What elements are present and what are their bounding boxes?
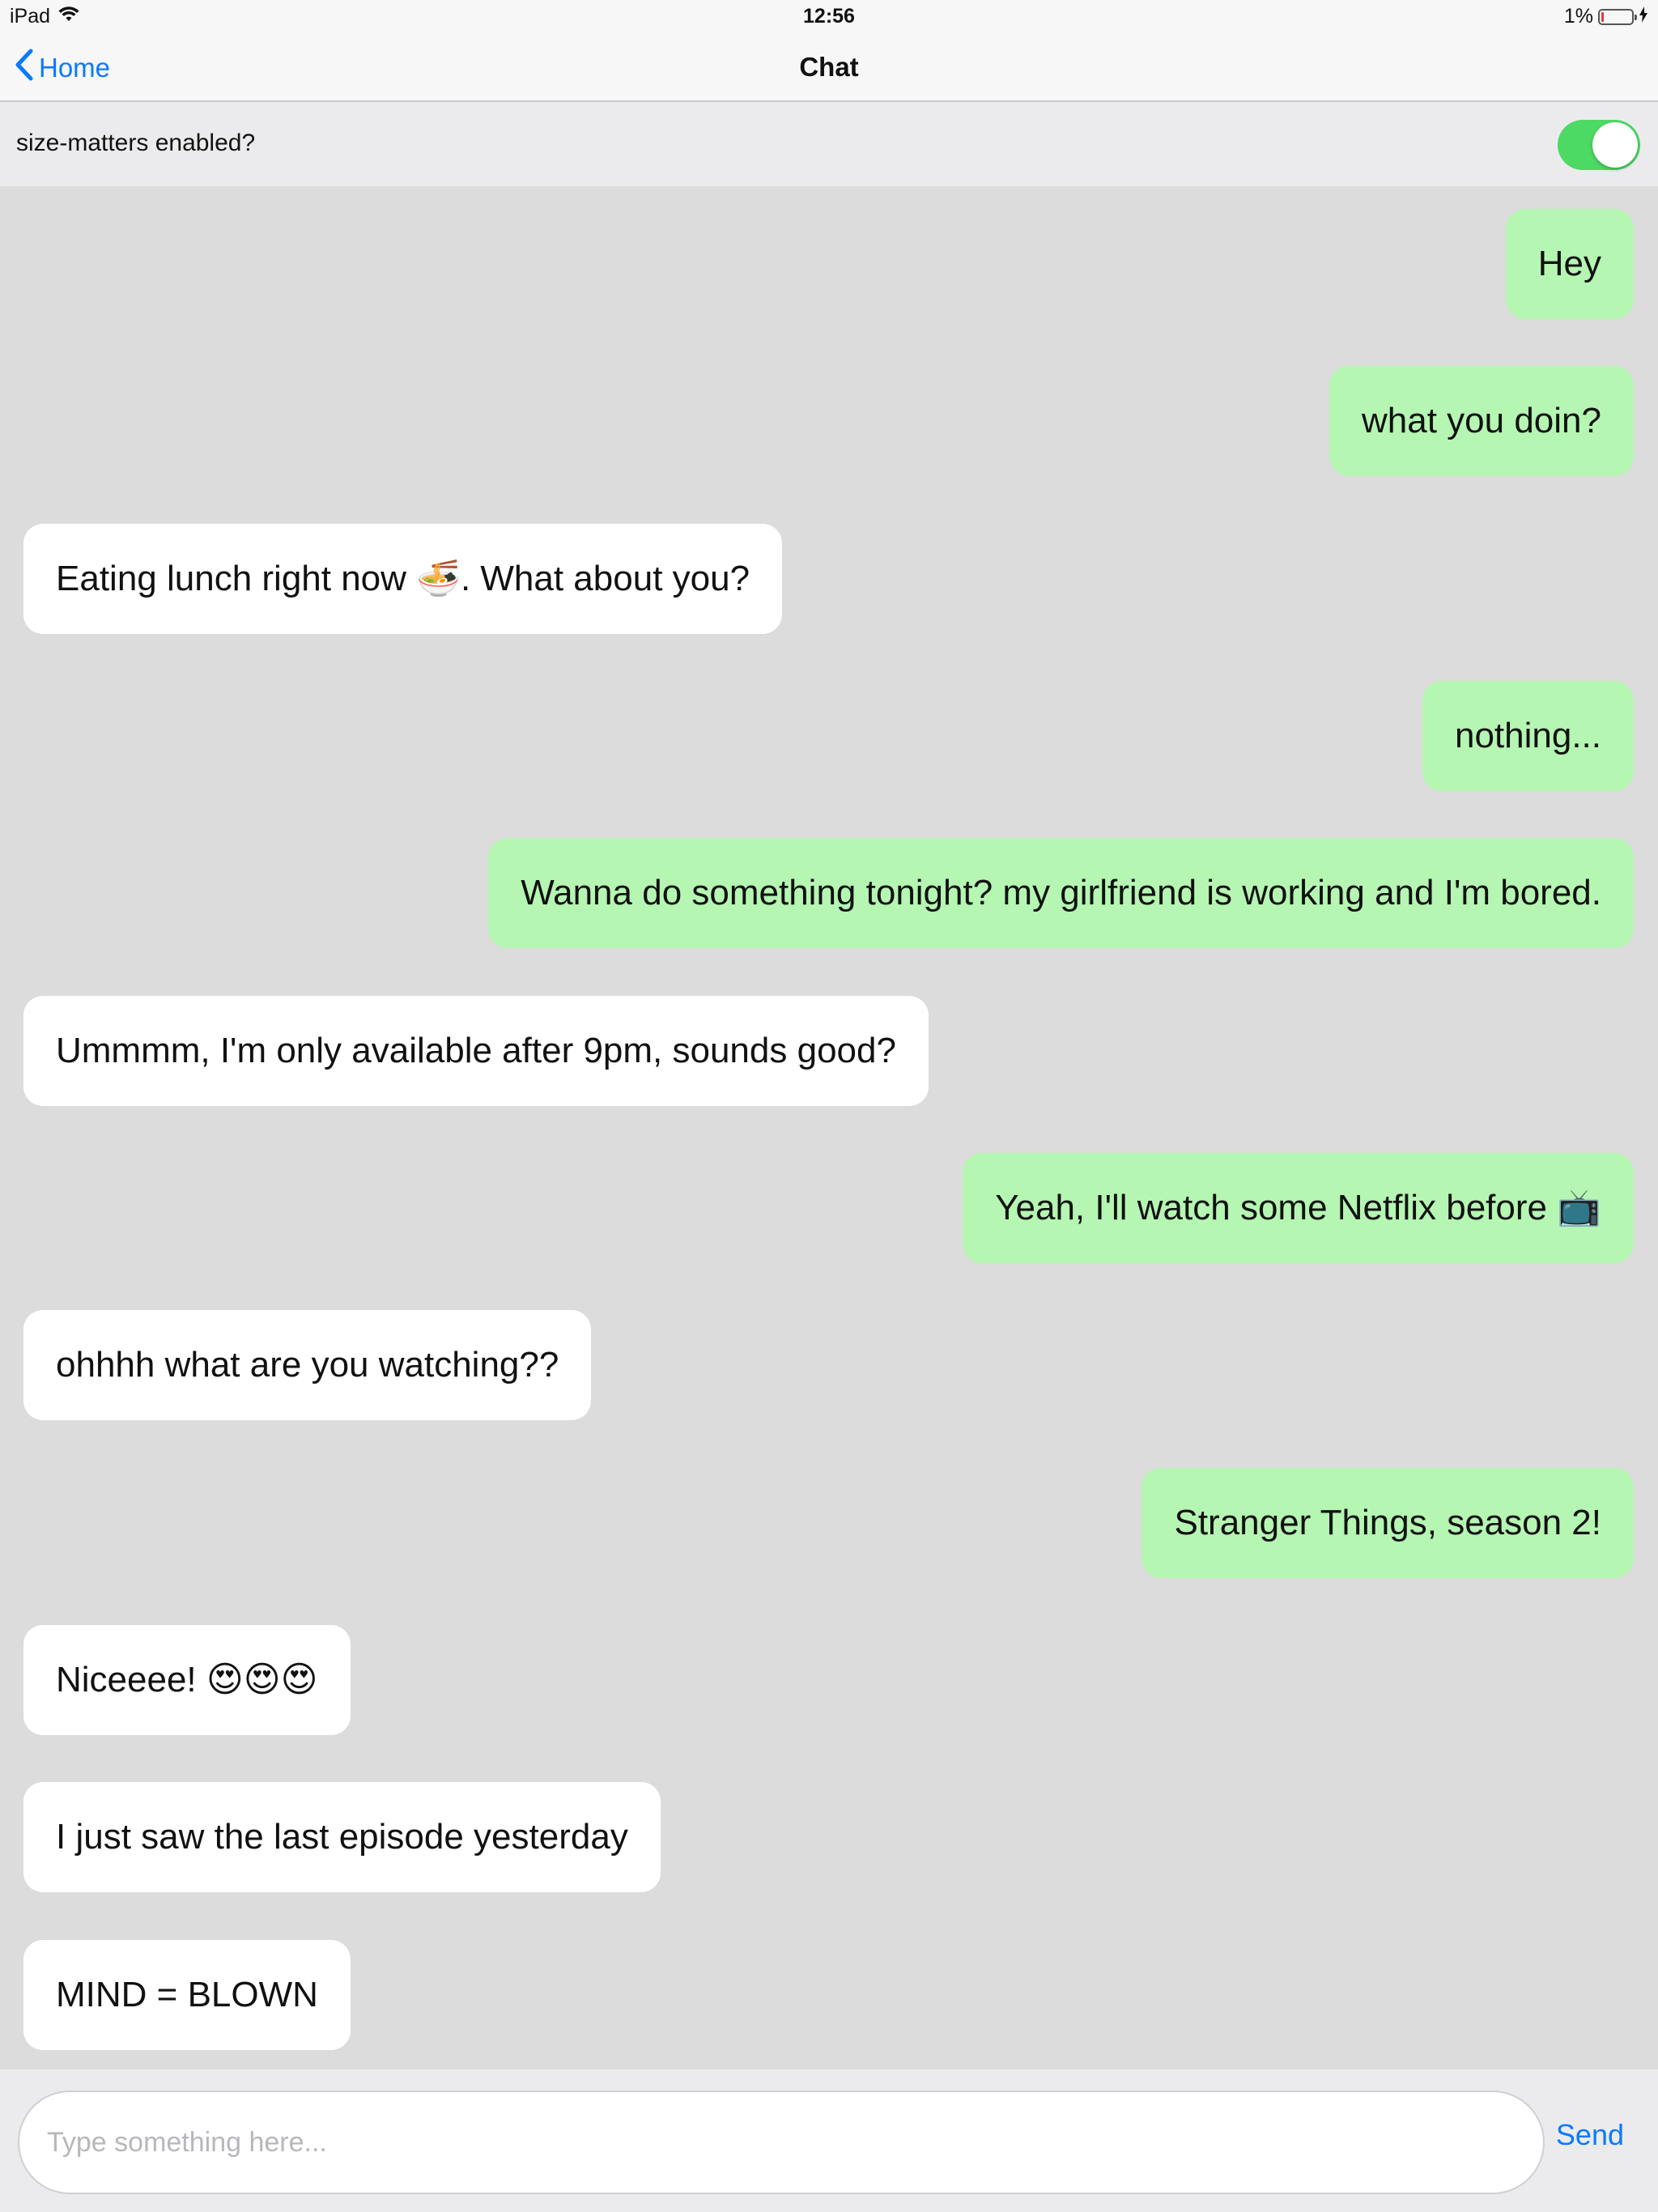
message-row-incoming: ohhhh what are you watching??	[0, 1310, 1658, 1420]
message-bubble-outgoing: Hey	[1505, 209, 1634, 319]
status-time: 12:56	[803, 5, 855, 28]
message-bubble-outgoing: Stranger Things, season 2!	[1141, 1468, 1634, 1578]
navigation-bar: Home Chat	[0, 32, 1658, 102]
message-bubble-incoming: Ummmm, I'm only available after 9pm, sou…	[23, 996, 929, 1106]
message-row-incoming: Eating lunch right now 🍜. What about you…	[0, 524, 1658, 634]
message-row-incoming: MIND = BLOWN	[0, 1940, 1658, 2050]
message-bubble-outgoing: Yeah, I'll watch some Netflix before 📺	[963, 1153, 1634, 1263]
message-row-outgoing: Stranger Things, season 2!	[0, 1468, 1658, 1578]
status-bar: iPad 12:56 1%	[0, 0, 1658, 32]
message-row-outgoing: Wanna do something tonight? my girlfrien…	[0, 838, 1658, 948]
message-input[interactable]	[18, 2091, 1545, 2194]
message-row-outgoing: Hey	[0, 209, 1658, 319]
size-matters-label: size-matters enabled?	[16, 130, 256, 156]
message-row-incoming: Niceeee! 😍😍😍	[0, 1625, 1658, 1735]
toggle-knob	[1592, 122, 1638, 168]
message-row-incoming: I just saw the last episode yesterday	[0, 1782, 1658, 1892]
message-composer: Send	[0, 2069, 1658, 2212]
battery-percent: 1%	[1563, 5, 1593, 28]
message-bubble-incoming: Eating lunch right now 🍜. What about you…	[23, 524, 783, 634]
message-row-outgoing: what you doin?	[0, 366, 1658, 476]
charging-icon	[1639, 5, 1648, 28]
message-bubble-incoming: I just saw the last episode yesterday	[23, 1782, 661, 1892]
message-bubble-incoming: ohhhh what are you watching??	[23, 1310, 592, 1420]
page-title: Chat	[799, 52, 859, 82]
message-bubble-outgoing: what you doin?	[1329, 366, 1634, 476]
size-matters-toggle[interactable]	[1558, 120, 1640, 170]
status-right: 1%	[1564, 5, 1648, 28]
message-bubble-incoming: MIND = BLOWN	[23, 1940, 351, 2050]
message-bubble-outgoing: nothing...	[1422, 681, 1634, 791]
battery-icon	[1598, 8, 1637, 25]
message-row-outgoing: Yeah, I'll watch some Netflix before 📺	[0, 1153, 1658, 1263]
chat-messages-list[interactable]: Hey what you doin? Eating lunch right no…	[0, 186, 1658, 2069]
send-button[interactable]: Send	[1556, 2118, 1624, 2152]
message-row-outgoing: nothing...	[0, 681, 1658, 791]
message-bubble-incoming: Niceeee! 😍😍😍	[23, 1625, 351, 1735]
message-bubble-outgoing: Wanna do something tonight? my girlfrien…	[488, 838, 1634, 948]
settings-row: size-matters enabled?	[0, 102, 1658, 186]
message-row-incoming: Ummmm, I'm only available after 9pm, sou…	[0, 996, 1658, 1106]
